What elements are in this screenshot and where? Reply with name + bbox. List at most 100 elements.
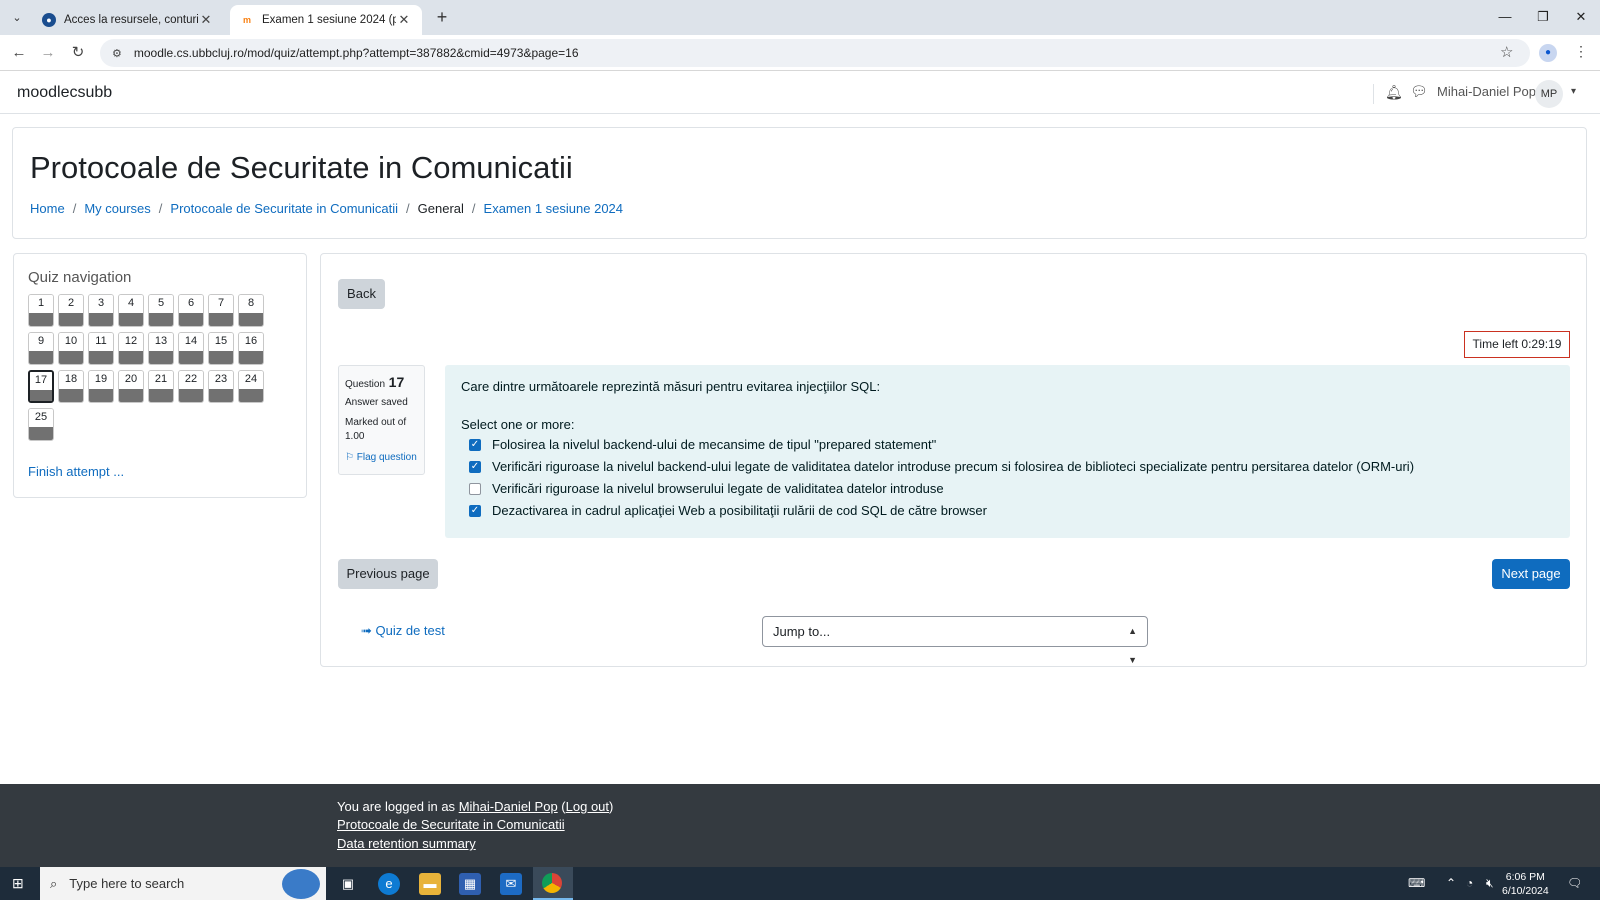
taskbar-search[interactable]: ⌕ Type here to search bbox=[40, 867, 326, 900]
quiz-question-button[interactable]: 23 bbox=[208, 370, 234, 403]
data-retention-link[interactable]: Data retention summary bbox=[337, 836, 476, 851]
logged-in-line: You are logged in as Mihai-Daniel Pop (L… bbox=[337, 799, 614, 814]
checkbox-checked[interactable]: ✓ bbox=[469, 460, 481, 473]
file-explorer-icon[interactable]: ▬ bbox=[419, 873, 441, 895]
site-navbar: moodlecsubb 🔔︎ 💬︎ Mihai-Daniel Pop MP ▾ bbox=[0, 72, 1600, 114]
breadcrumb-quiz[interactable]: Examen 1 sesiune 2024 bbox=[484, 201, 623, 216]
footer-course-link[interactable]: Protocoale de Securitate in Comunicatii bbox=[337, 817, 565, 832]
browser-menu-icon[interactable]: ⋮ bbox=[1574, 43, 1588, 60]
quiz-question-button[interactable]: 8 bbox=[238, 294, 264, 327]
quiz-question-button[interactable]: 7 bbox=[208, 294, 234, 327]
tab-close-icon[interactable]: ✕ bbox=[198, 12, 214, 28]
windows-start-icon[interactable]: ⊞ bbox=[12, 875, 24, 892]
messages-chat-icon[interactable]: 💬︎ bbox=[1410, 83, 1428, 100]
checkbox-checked[interactable]: ✓ bbox=[469, 504, 481, 517]
question-button-number: 13 bbox=[149, 333, 173, 351]
keyboard-icon[interactable]: ⌨ bbox=[1408, 876, 1425, 890]
network-icon[interactable]: ◔ bbox=[1466, 876, 1473, 890]
microsoft-store-icon[interactable]: ▦ bbox=[459, 873, 481, 895]
finish-attempt-link[interactable]: Finish attempt ... bbox=[28, 464, 124, 479]
restore-button[interactable]: ❐ bbox=[1528, 6, 1558, 28]
system-clock[interactable]: 6:06 PM 6/10/2024 bbox=[1502, 870, 1549, 898]
forward-arrow-icon[interactable]: → bbox=[37, 42, 59, 64]
question-button-number: 24 bbox=[239, 371, 263, 389]
quiz-question-button[interactable]: 17 bbox=[28, 370, 54, 403]
task-view-icon[interactable]: ▣ bbox=[337, 873, 359, 895]
volume-muted-icon[interactable]: 🔇︎ bbox=[1486, 876, 1494, 891]
notification-center-icon[interactable]: 🗨︎ bbox=[1567, 876, 1582, 890]
footer-course-line: Protocoale de Securitate in Comunicatii bbox=[337, 817, 565, 832]
previous-page-button[interactable]: Previous page bbox=[338, 559, 438, 589]
reload-icon[interactable]: ↻ bbox=[67, 42, 89, 64]
quiz-question-button[interactable]: 10 bbox=[58, 332, 84, 365]
quiz-question-button[interactable]: 22 bbox=[178, 370, 204, 403]
answer-option[interactable]: ✓ Verificări riguroase la nivelul backend… bbox=[469, 459, 1414, 474]
back-arrow-icon[interactable]: ← bbox=[8, 42, 30, 64]
user-avatar[interactable]: MP bbox=[1535, 80, 1563, 108]
quiz-question-button[interactable]: 20 bbox=[118, 370, 144, 403]
question-button-number: 18 bbox=[59, 371, 83, 389]
quiz-question-button[interactable]: 13 bbox=[148, 332, 174, 365]
quiz-question-button[interactable]: 5 bbox=[148, 294, 174, 327]
footer-user-link[interactable]: Mihai-Daniel Pop bbox=[459, 799, 558, 814]
quiz-question-button[interactable]: 12 bbox=[118, 332, 144, 365]
quiz-question-button[interactable]: 15 bbox=[208, 332, 234, 365]
breadcrumb-home[interactable]: Home bbox=[30, 201, 65, 216]
notifications-bell-icon[interactable]: 🔔︎ bbox=[1385, 84, 1403, 101]
os-taskbar: ⊞ ⌕ Type here to search ▣ e ▬ ▦ ✉ ⌨ ⌃ ◔ … bbox=[0, 867, 1600, 900]
browser-tab-strip: ⌄ ● Acces la resursele, conturile și s ✕… bbox=[0, 0, 1600, 35]
select-arrows-icon: ▲ ▼ bbox=[1128, 626, 1137, 665]
close-window-button[interactable]: ✕ bbox=[1566, 6, 1596, 28]
bookmark-star-icon[interactable]: ☆ bbox=[1500, 43, 1513, 61]
quiz-question-button[interactable]: 6 bbox=[178, 294, 204, 327]
address-bar[interactable]: ⚙ moodle.cs.ubbcluj.ro/mod/quiz/attempt.… bbox=[100, 39, 1530, 67]
breadcrumb-my-courses[interactable]: My courses bbox=[84, 201, 150, 216]
quiz-question-button[interactable]: 14 bbox=[178, 332, 204, 365]
answered-indicator bbox=[239, 313, 263, 326]
jump-to-select[interactable]: Jump to... ▲ ▼ bbox=[762, 616, 1148, 665]
site-brand[interactable]: moodlecsubb bbox=[17, 84, 112, 102]
answer-option[interactable]: ✓ Dezactivarea in cadrul aplicaţiei Web a… bbox=[469, 503, 987, 518]
tab-close-icon[interactable]: ✕ bbox=[396, 12, 412, 28]
site-info-icon[interactable]: ⚙ bbox=[112, 47, 122, 60]
logout-link[interactable]: Log out bbox=[566, 799, 609, 814]
question-button-number: 3 bbox=[89, 295, 113, 313]
tab-search-button[interactable]: ⌄ bbox=[6, 7, 28, 27]
flag-icon: ⚐ bbox=[345, 452, 357, 463]
chevron-up-icon[interactable]: ⌃ bbox=[1446, 876, 1456, 890]
browser-profile-icon[interactable]: ● bbox=[1539, 44, 1557, 62]
quiz-question-button[interactable]: 1 bbox=[28, 294, 54, 327]
browser-tab[interactable]: ● Acces la resursele, conturile și s ✕ bbox=[32, 5, 224, 35]
breadcrumb-course[interactable]: Protocoale de Securitate in Comunicatii bbox=[170, 201, 398, 216]
answered-indicator bbox=[89, 389, 113, 402]
answered-indicator bbox=[239, 351, 263, 364]
quiz-de-test-link[interactable]: ➟ Quiz de test bbox=[361, 623, 445, 639]
quiz-question-button[interactable]: 16 bbox=[238, 332, 264, 365]
new-tab-button[interactable]: + bbox=[432, 7, 452, 27]
minimize-button[interactable]: — bbox=[1490, 6, 1520, 28]
browser-tab-active[interactable]: m Examen 1 sesiune 2024 (page 1 ✕ bbox=[230, 5, 422, 35]
quiz-question-button[interactable]: 18 bbox=[58, 370, 84, 403]
back-button[interactable]: Back bbox=[338, 279, 385, 309]
quiz-question-button[interactable]: 3 bbox=[88, 294, 114, 327]
quiz-question-button[interactable]: 4 bbox=[118, 294, 144, 327]
quiz-question-button[interactable]: 21 bbox=[148, 370, 174, 403]
quiz-question-button[interactable]: 25 bbox=[28, 408, 54, 441]
next-page-button[interactable]: Next page bbox=[1492, 559, 1570, 589]
quiz-question-button[interactable]: 19 bbox=[88, 370, 114, 403]
quiz-question-button[interactable]: 2 bbox=[58, 294, 84, 327]
flag-question-link[interactable]: ⚐ Flag question bbox=[345, 452, 418, 463]
quiz-question-button[interactable]: 11 bbox=[88, 332, 114, 365]
quiz-question-button[interactable]: 24 bbox=[238, 370, 264, 403]
answer-option[interactable]: ✓ Folosirea la nivelul backend-ului de me… bbox=[469, 437, 936, 452]
quiz-question-button[interactable]: 9 bbox=[28, 332, 54, 365]
answer-option[interactable]: Verificări riguroase la nivelul browseru… bbox=[469, 481, 944, 496]
chevron-down-icon[interactable]: ▾ bbox=[1571, 86, 1576, 97]
checkbox-unchecked[interactable] bbox=[469, 482, 481, 495]
answered-indicator bbox=[30, 390, 52, 401]
user-name[interactable]: Mihai-Daniel Pop bbox=[1437, 84, 1536, 99]
edge-browser-icon[interactable]: e bbox=[378, 873, 400, 895]
mail-icon[interactable]: ✉ bbox=[500, 873, 522, 895]
checkbox-checked[interactable]: ✓ bbox=[469, 438, 481, 451]
chrome-taskbar-button[interactable] bbox=[533, 867, 573, 900]
